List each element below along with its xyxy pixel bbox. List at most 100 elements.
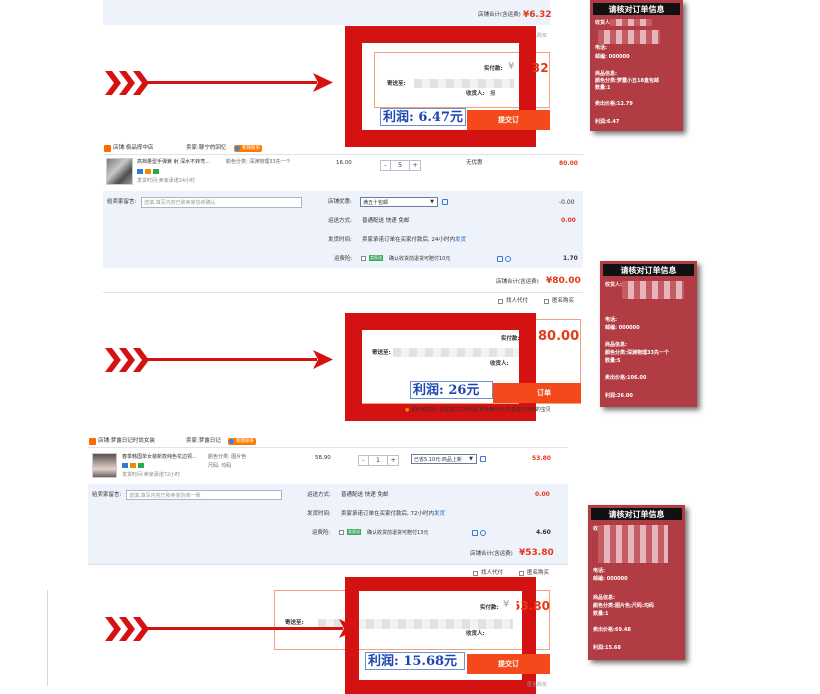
- card-line: 电话:: [593, 568, 605, 574]
- info-icon[interactable]: [442, 199, 448, 205]
- anonymous-checkbox[interactable]: [544, 299, 549, 304]
- info-icon[interactable]: [497, 256, 503, 262]
- shop-label: 店铺:极品撑中店: [113, 145, 154, 151]
- unit-price: 16.00: [336, 160, 352, 166]
- shop-discount-select[interactable]: 满五十包邮 ▼: [360, 197, 438, 207]
- shop-label: 店铺:梦露日记时尚女装: [98, 438, 155, 444]
- card-line: 电话:: [605, 317, 617, 323]
- anonymous-checkbox[interactable]: [519, 571, 524, 576]
- message-label: 给卖家留言:: [107, 199, 137, 205]
- card-line: 颜色分类:深渊物理33先一个: [605, 350, 669, 356]
- card-line: 利润:15.68: [593, 645, 621, 651]
- quantity-value[interactable]: 5: [391, 161, 411, 170]
- shipping-method-value: 普通配送 快递 免邮: [362, 218, 410, 224]
- message-input[interactable]: 选填,填写内容已和卖家协商确认: [141, 197, 302, 208]
- redacted-info: [610, 19, 652, 26]
- seller-gift-tag: 卖家送: [369, 255, 383, 261]
- message-input[interactable]: 选填,填写内容已和卖家协商一致: [126, 490, 282, 500]
- shipping-method-label: 运送方式:: [328, 218, 352, 224]
- card-line: 数量:1: [593, 611, 609, 617]
- item-total: 80.00: [559, 160, 578, 167]
- help-icon[interactable]: [505, 256, 511, 262]
- price-warning: ● 若价格变动, 请在提交订单后联系卖家改价,并查看已买到的宝贝: [405, 407, 551, 413]
- proxy-pay-label: 找人代付: [506, 298, 529, 304]
- redacted-info: [598, 30, 660, 44]
- insurance-checkbox[interactable]: [339, 530, 344, 535]
- order-info-card: 请核对订单信息 收货人: 电话: 邮编: 000000 商品信息: 颜色分类:图…: [588, 505, 685, 660]
- shipping-method-value: 普通配送 快递 免邮: [341, 492, 389, 498]
- card-line: 商品信息:: [605, 342, 627, 348]
- contact-seller-button[interactable]: 和我联系: [228, 438, 256, 445]
- order-info-card: 请核对订单信息 收货人: 电话: 邮编: 000000 商品信息: 颜色分类:深…: [600, 261, 697, 407]
- submit-order-button[interactable]: 订单: [493, 383, 581, 403]
- shop-discount-label: 店铺优惠:: [328, 199, 352, 205]
- product-title[interactable]: 高档量型手弹簧 射 深水不转弯...: [137, 160, 210, 165]
- shop-total-label: 店铺合计(含运费): [470, 551, 513, 557]
- product-thumbnail[interactable]: [92, 453, 117, 478]
- order-info-card: 请核对订单信息 收货人: 电话: 邮编: 000000 商品信息: 颜色分类:梦…: [590, 0, 683, 131]
- no-discount: 无优惠: [466, 160, 483, 166]
- increment-button[interactable]: +: [410, 161, 420, 170]
- item-discount-select[interactable]: 已省5.10元:商品上新 ▼: [411, 454, 477, 464]
- increment-button[interactable]: +: [388, 456, 398, 465]
- card-line: 收货人:: [605, 282, 622, 288]
- divider: [103, 292, 583, 293]
- product-thumbnail[interactable]: [106, 158, 133, 185]
- shop-total-value: ¥6.32: [523, 10, 552, 20]
- product-title[interactable]: 春季韩国单女装新款纯色花边领...: [122, 455, 197, 460]
- decrement-button[interactable]: -: [381, 161, 391, 170]
- card-line: 数量:1: [595, 85, 611, 91]
- shipping-fee: 0.00: [535, 491, 550, 498]
- shop-icon: [104, 145, 111, 152]
- message-label: 给卖家留言:: [92, 492, 122, 498]
- product-attr-size: 尺码: 均码: [208, 463, 232, 469]
- info-icon[interactable]: [480, 456, 486, 462]
- item-total: 53.80: [532, 455, 551, 462]
- ship-time-value: 卖家承诺订单在买家付款后, 72小时内发货: [341, 511, 446, 517]
- card-line: 邮编: 000000: [593, 576, 628, 582]
- badge-icon: [122, 463, 128, 468]
- badge-icon: [137, 169, 143, 174]
- proxy-pay-checkbox[interactable]: [473, 571, 478, 576]
- proxy-pay-checkbox[interactable]: [498, 299, 503, 304]
- arrow-right-icon: [105, 348, 333, 372]
- quantity-stepper[interactable]: - 5 +: [380, 160, 421, 171]
- badge-icon: [145, 169, 151, 174]
- anonymous-label: 匿名购买: [527, 570, 550, 576]
- insurance-label: 运费险:: [334, 256, 353, 262]
- card-line: 邮编: 000000: [595, 54, 630, 60]
- divider: [103, 154, 583, 155]
- divider: [88, 447, 568, 448]
- card-line: 数量:5: [605, 358, 621, 364]
- contact-seller-button[interactable]: 和我联系: [234, 145, 262, 152]
- actual-pay-amount: 53.80: [512, 599, 550, 613]
- card-line: 商品信息:: [595, 71, 617, 77]
- insurance-text: 确认收货前退货可赔付13元: [367, 530, 429, 536]
- card-line: 利润:26.00: [605, 393, 633, 399]
- shop-total-value: ¥80.00: [546, 276, 581, 286]
- submit-order-button[interactable]: 提交订: [467, 654, 550, 674]
- submit-order-button[interactable]: 提交订: [467, 110, 550, 130]
- seller-promise: 发货时间:卖家承诺72小时: [122, 472, 181, 478]
- decrement-button[interactable]: -: [359, 456, 369, 465]
- card-line: 商品信息:: [593, 595, 615, 601]
- card-title: 请核对订单信息: [591, 508, 682, 520]
- insurance-fee: 1.70: [563, 255, 578, 262]
- info-icon[interactable]: [472, 530, 478, 536]
- ship-time-value: 卖家承诺订单在买家付款后, 24小时内发货: [362, 237, 467, 243]
- quantity-value[interactable]: 1: [369, 456, 389, 465]
- insurance-text: 确认收货前退货可赔付10元: [389, 256, 451, 262]
- card-line: 卖出价格:106.00: [605, 375, 647, 381]
- card-line: 利润:6.47: [595, 119, 620, 125]
- quantity-stepper[interactable]: - 1 +: [358, 455, 399, 466]
- badge-icon: [138, 463, 144, 468]
- redacted-info: [622, 281, 684, 299]
- card-title: 请核对订单信息: [593, 3, 680, 15]
- card-line: 电话:: [595, 45, 607, 51]
- insurance-checkbox[interactable]: [361, 256, 366, 261]
- help-icon[interactable]: [480, 530, 486, 536]
- unit-price: 58.90: [315, 455, 331, 461]
- profit-label: 利润: 6.47元: [380, 108, 466, 126]
- badge-icon: [130, 463, 136, 468]
- badge-icon: [153, 169, 159, 174]
